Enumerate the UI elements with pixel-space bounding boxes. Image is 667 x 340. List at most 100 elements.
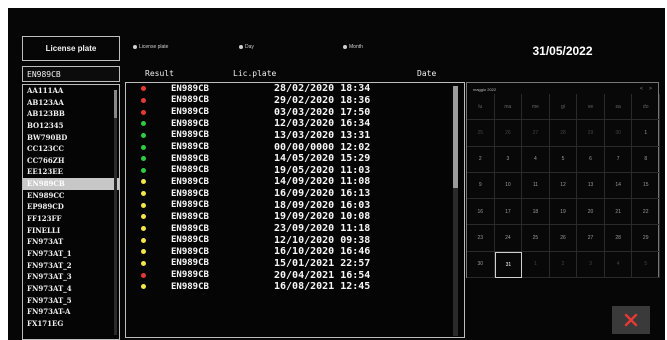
plate-list-item[interactable]: FX171EG (23, 318, 119, 330)
calendar-day[interactable]: 15 (632, 172, 660, 200)
calendar-day[interactable]: 2 (467, 146, 495, 173)
table-row[interactable]: EN989CB 14/05/2020 15:29 (126, 153, 464, 165)
plate-list-item[interactable]: FN973AT-A (23, 306, 119, 318)
plate-list-item[interactable]: EN989CC (23, 190, 119, 202)
calendar-day[interactable]: 27 (522, 120, 550, 147)
calendar-day[interactable]: 26 (549, 225, 578, 252)
table-row[interactable]: EN989CB 15/01/2021 22:57 (126, 258, 464, 270)
calendar-day[interactable]: 17 (494, 199, 523, 226)
next-month-button[interactable]: > (647, 86, 654, 93)
plate-list-item[interactable]: FN973AT (23, 236, 119, 248)
table-row[interactable]: EN989CB 03/03/2020 17:50 (126, 106, 464, 118)
plate-list-item[interactable]: FN973AT_5 (23, 295, 119, 307)
radio-license-plate[interactable]: License plate (133, 44, 168, 50)
plate-list-item[interactable]: AA111AA (23, 85, 119, 97)
table-row[interactable]: EN989CB 14/09/2020 11:08 (126, 176, 464, 188)
plate-list-item[interactable]: EN989CB (23, 178, 119, 190)
table-row[interactable]: EN989CB 12/03/2020 16:34 (126, 118, 464, 130)
plate-list-item[interactable]: FN973AT_2 (23, 260, 119, 272)
table-row[interactable]: EN989CB 18/09/2020 16:03 (126, 199, 464, 211)
row-plate: EN989CB (171, 95, 209, 106)
calendar-day[interactable]: 13 (577, 172, 605, 200)
calendar-day[interactable]: 9 (467, 172, 495, 200)
calendar-day[interactable]: 5 (632, 251, 660, 278)
row-plate: EN989CB (171, 153, 209, 164)
plate-list-item[interactable]: FN973AT_3 (23, 271, 119, 283)
table-row[interactable]: EN989CB 16/08/2021 12:45 (126, 281, 464, 293)
calendar-day[interactable]: 25 (522, 225, 550, 252)
calendar-day[interactable]: 3 (494, 146, 523, 173)
calendar-day[interactable]: 28 (604, 225, 633, 252)
results-scrollbar[interactable] (453, 86, 458, 336)
calendar-day[interactable]: 4 (522, 146, 550, 173)
calendar-day[interactable]: 12 (549, 172, 578, 200)
plate-list-scrollbar[interactable] (114, 90, 117, 335)
calendar-day[interactable]: 30 (604, 120, 633, 147)
radio-day[interactable]: Day (239, 44, 254, 50)
scroll-thumb[interactable] (453, 86, 458, 188)
calendar-day[interactable]: 30 (467, 251, 495, 278)
plate-list-item[interactable]: FN973AT_4 (23, 283, 119, 295)
table-row[interactable]: EN989CB 19/05/2020 11:03 (126, 164, 464, 176)
calendar-day[interactable]: 28 (549, 120, 578, 147)
prev-month-button[interactable]: < (638, 86, 645, 93)
calendar-day[interactable]: 22 (632, 199, 660, 226)
radio-month[interactable]: Month (343, 44, 363, 50)
table-row[interactable]: EN989CB 12/10/2020 09:38 (126, 234, 464, 246)
calendar-day[interactable]: 24 (494, 225, 523, 252)
panel-title (8, 8, 663, 20)
calendar-day[interactable]: 6 (577, 146, 605, 173)
plate-list-item[interactable]: CC123CC (23, 143, 119, 155)
results-table[interactable]: EN989CB 28/02/2020 18:34 EN989CB 29/02/2020… (125, 82, 465, 338)
calendar-day[interactable]: 14 (604, 172, 633, 200)
table-row[interactable]: EN989CB 28/02/2020 18:34 (126, 83, 464, 95)
row-datetime: 13/03/2020 13:31 (274, 129, 371, 141)
calendar-day[interactable]: 25 (467, 120, 495, 147)
table-row[interactable]: EN989CB 16/09/2020 16:13 (126, 188, 464, 200)
plate-list-item[interactable]: FF123FF (23, 213, 119, 225)
calendar-day[interactable]: 4 (604, 251, 633, 278)
table-row[interactable]: EN989CB 16/10/2020 16:46 (126, 246, 464, 258)
calendar-day[interactable]: 29 (577, 120, 605, 147)
calendar-day[interactable]: 1 (632, 120, 660, 147)
plate-list-item[interactable]: FN973AT_1 (23, 248, 119, 260)
calendar-day[interactable]: 1 (522, 251, 550, 278)
calendar-day[interactable]: 27 (577, 225, 605, 252)
plate-list-item[interactable]: BW790BD (23, 132, 119, 144)
table-row[interactable]: EN989CB 29/02/2020 18:36 (126, 95, 464, 107)
calendar-day[interactable]: 10 (494, 172, 523, 200)
plate-list-item[interactable]: AB123BB (23, 108, 119, 120)
plate-list-item[interactable]: CC766ZH (23, 155, 119, 167)
plate-list-item[interactable]: BO12345 (23, 120, 119, 132)
calendar-day[interactable]: 11 (522, 172, 550, 200)
plate-list-item[interactable]: FINELLI (23, 225, 119, 237)
calendar-day[interactable]: 23 (467, 225, 495, 252)
calendar-day[interactable]: 26 (494, 120, 523, 147)
plate-list-item[interactable]: EP989CD (23, 201, 119, 213)
radio-dot-icon (343, 45, 347, 49)
calendar-day[interactable]: 19 (549, 199, 578, 226)
plate-list[interactable]: AA111AA AB123AA AB123BB BO12345 BW790BD CC123… (22, 84, 120, 340)
plate-list-item[interactable]: AB123AA (23, 97, 119, 109)
calendar-day[interactable]: 5 (549, 146, 578, 173)
calendar-day[interactable]: 7 (604, 146, 633, 173)
plate-filter-input[interactable]: EN989CB (22, 66, 120, 82)
table-row[interactable]: EN989CB 23/09/2020 11:18 (126, 223, 464, 235)
calendar-day[interactable]: 20 (577, 199, 605, 226)
table-row[interactable]: EN989CB 20/04/2021 16:54 (126, 269, 464, 281)
close-button[interactable] (612, 306, 650, 334)
row-plate: EN989CB (171, 200, 209, 211)
plate-list-item[interactable]: EE123EE (23, 166, 119, 178)
calendar-day[interactable]: 8 (632, 146, 660, 173)
table-row[interactable]: EN989CB 13/03/2020 13:31 (126, 130, 464, 142)
calendar-day[interactable]: 16 (467, 199, 495, 226)
table-row[interactable]: EN989CB 19/09/2020 10:08 (126, 211, 464, 223)
calendar-day[interactable]: 3 (577, 251, 605, 278)
scroll-thumb[interactable] (114, 90, 117, 118)
calendar-day[interactable]: 2 (549, 251, 578, 278)
calendar-day[interactable]: 18 (522, 199, 550, 226)
calendar-day[interactable]: 29 (632, 225, 660, 252)
calendar-day[interactable]: 31 (494, 251, 523, 278)
table-row[interactable]: EN989CB 00/00/0000 12:02 (126, 141, 464, 153)
calendar-day[interactable]: 21 (604, 199, 633, 226)
